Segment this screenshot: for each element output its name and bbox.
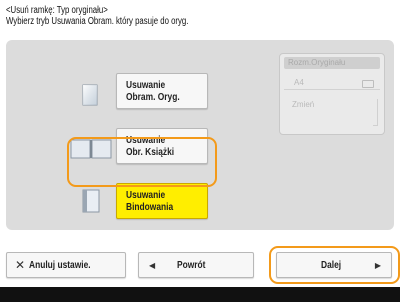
change-size-label: Zmień (292, 100, 315, 109)
option-label-line1: Usuwanie (126, 79, 166, 91)
next-button[interactable]: Dalej ▶ (276, 252, 392, 278)
paper-orientation-icon (362, 80, 374, 88)
option-label-line1: Usuwanie (126, 189, 166, 201)
original-size-value: A4 (284, 76, 380, 90)
instruction-text: Wybierz tryb Usuwania Obram. który pasuj… (6, 16, 189, 27)
original-frame-erase-button[interactable]: Usuwanie Obram. Oryg. (116, 73, 208, 109)
document-icon (82, 84, 98, 106)
option-label-line2: Obr. Książki (126, 146, 175, 158)
original-size-title: Rozm.Oryginału (284, 57, 380, 69)
next-label: Dalej (321, 259, 342, 271)
change-size-button[interactable]: Zmień (284, 98, 380, 128)
header: <Usuń ramkę: Typ oryginału> Wybierz tryb… (6, 5, 396, 27)
option-list: Usuwanie Obram. Oryg. Usuwanie Obr. Ksią… (6, 40, 276, 230)
back-button[interactable]: ◀ Powrót (138, 252, 254, 278)
paper-size-text: A4 (294, 78, 304, 87)
close-icon: ✕ (15, 258, 26, 272)
book-frame-erase-button[interactable]: Usuwanie Obr. Książki (116, 128, 208, 164)
cancel-settings-button[interactable]: ✕ Anuluj ustawie. (6, 252, 126, 278)
open-book-icon (70, 139, 112, 159)
option-label-line1: Usuwanie (126, 134, 166, 146)
binding-erase-button[interactable]: Usuwanie Bindowania (116, 183, 208, 219)
arrow-left-icon: ◀ (149, 260, 156, 270)
original-size-panel: Rozm.Oryginału A4 Zmień (279, 53, 385, 135)
option-label-line2: Bindowania (126, 201, 174, 213)
option-label-line2: Obram. Oryg. (126, 91, 180, 103)
status-bar (0, 287, 400, 302)
button-edge (373, 99, 378, 126)
back-label: Powrót (177, 259, 206, 271)
arrow-right-icon: ▶ (374, 260, 381, 270)
screen-title: <Usuń ramkę: Typ oryginału> (6, 5, 108, 16)
bound-document-icon (82, 189, 100, 213)
cancel-label: Anuluj ustawie. (29, 259, 91, 271)
